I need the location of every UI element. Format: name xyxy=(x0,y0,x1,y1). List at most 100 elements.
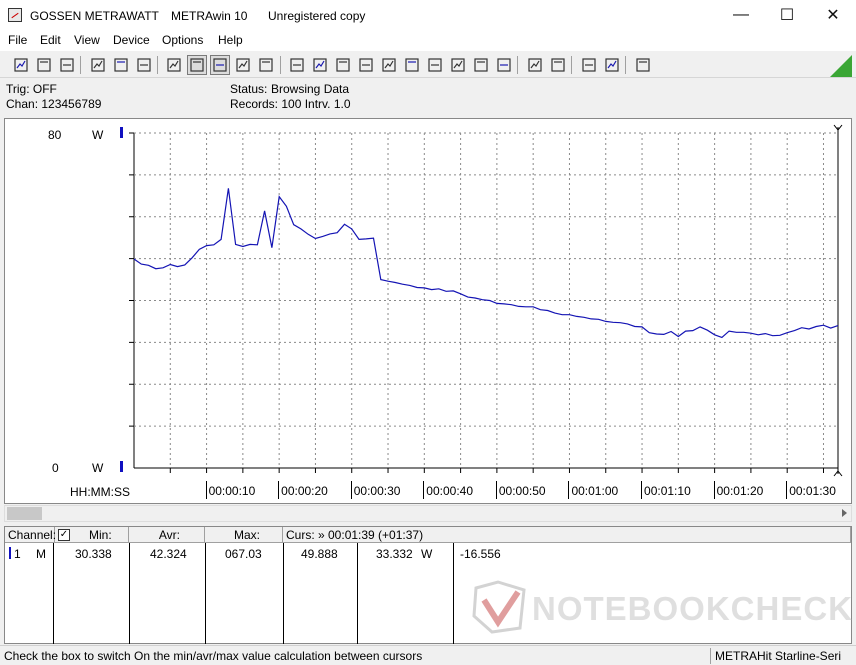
status-indicator-triangle xyxy=(830,55,852,77)
x-axis-label: HH:MM:SS xyxy=(70,485,130,499)
device-button[interactable] xyxy=(356,55,376,75)
minmax-checkbox[interactable]: ✓ xyxy=(58,529,70,541)
row-avr: 42.324 xyxy=(150,547,187,561)
menu-file[interactable]: File xyxy=(8,33,27,47)
save-icon xyxy=(14,58,28,72)
toolbar-separator xyxy=(157,56,158,74)
scope-button[interactable] xyxy=(425,55,445,75)
row-label: M xyxy=(36,547,46,561)
export-icon xyxy=(137,58,151,72)
comment-button[interactable] xyxy=(633,55,653,75)
column-divider xyxy=(283,543,284,644)
toolbar-separator xyxy=(517,56,518,74)
histogram-button[interactable] xyxy=(256,55,276,75)
x-tick-label: 00:01:10 xyxy=(644,484,691,498)
row-delta: -16.556 xyxy=(460,547,501,561)
timer-icon xyxy=(474,58,488,72)
records-info: Records: 100 Intrv. 1.0 xyxy=(230,97,351,111)
scale-button[interactable] xyxy=(402,55,422,75)
cursor-button[interactable] xyxy=(210,55,230,75)
chart-panel xyxy=(4,118,852,504)
row-cursor1: 49.888 xyxy=(301,547,338,561)
device-icon xyxy=(359,58,373,72)
list-button[interactable] xyxy=(333,55,353,75)
status-message: Check the box to switch On the min/avr/m… xyxy=(4,649,423,663)
column-divider xyxy=(453,543,454,644)
waveform-zoom-icon xyxy=(582,58,596,72)
printer-button[interactable] xyxy=(525,55,545,75)
menu-device[interactable]: Device xyxy=(113,33,150,47)
x-tick-label: 00:01:30 xyxy=(789,484,836,498)
menu-edit[interactable]: Edit xyxy=(40,33,61,47)
y-min-label: 0 xyxy=(52,461,59,475)
header-channel: Channel: xyxy=(5,527,56,543)
x-tick-bar xyxy=(278,481,280,499)
fx-button[interactable] xyxy=(379,55,399,75)
close-icon: ✕ xyxy=(826,7,840,24)
copy-button[interactable] xyxy=(111,55,131,75)
column-divider xyxy=(205,543,206,644)
row-unit: W xyxy=(421,547,433,561)
trigger-button[interactable] xyxy=(494,55,514,75)
maximize-button[interactable]: ☐ xyxy=(764,0,810,30)
minimize-icon: — xyxy=(733,6,749,23)
x-tick-bar xyxy=(350,481,352,499)
menu-view[interactable]: View xyxy=(74,33,100,47)
scroll-right-icon[interactable] xyxy=(842,509,847,517)
open-folder-button[interactable] xyxy=(57,55,77,75)
menu-options[interactable]: Options xyxy=(162,33,203,47)
scale-icon xyxy=(405,58,419,72)
scrollbar-thumb[interactable] xyxy=(7,507,42,520)
export-button[interactable] xyxy=(134,55,154,75)
timer-button[interactable] xyxy=(471,55,491,75)
toolbar-separator xyxy=(625,56,626,74)
wave-icon xyxy=(451,58,465,72)
x-tick-bar xyxy=(495,481,497,499)
status-value: Browsing Data xyxy=(271,82,350,96)
save-as-button[interactable] xyxy=(34,55,54,75)
toolbar-separator xyxy=(80,56,81,74)
trend-view-button[interactable] xyxy=(187,55,207,75)
minimize-button[interactable]: — xyxy=(718,0,764,30)
title-bar: GOSSEN METRAWATT METRAwin 10 Unregistere… xyxy=(0,0,856,31)
save-button[interactable] xyxy=(11,55,31,75)
zoom-icon xyxy=(290,58,304,72)
trigger-icon xyxy=(497,58,511,72)
x-tick-bar xyxy=(568,481,570,499)
y-max-label: 80 xyxy=(48,128,62,142)
table-view-button[interactable] xyxy=(164,55,184,75)
waveform-search-button[interactable] xyxy=(602,55,622,75)
header-min: Min: xyxy=(89,528,112,542)
waveform-zoom-button[interactable] xyxy=(579,55,599,75)
x-tick-bar xyxy=(713,481,715,499)
grid-icon xyxy=(236,58,250,72)
histogram-icon xyxy=(259,58,273,72)
grid-button[interactable] xyxy=(233,55,253,75)
x-tick-label: 00:00:30 xyxy=(353,484,401,498)
header-max: Max: xyxy=(205,527,283,543)
row-max: 067.03 xyxy=(225,547,262,561)
channel-icon xyxy=(313,58,327,72)
status-bar: Check the box to switch On the min/avr/m… xyxy=(0,645,856,665)
print-preview-button[interactable] xyxy=(88,55,108,75)
comment-icon xyxy=(636,58,650,72)
close-button[interactable]: ✕ xyxy=(810,0,856,30)
channel-button[interactable] xyxy=(310,55,330,75)
printer-alt-icon xyxy=(551,58,565,72)
x-tick-label: 00:00:20 xyxy=(281,484,328,498)
status-label: Status: xyxy=(230,82,268,96)
channel-status: Chan: 123456789 xyxy=(6,97,102,111)
printer-alt-button[interactable] xyxy=(548,55,568,75)
print-preview-icon xyxy=(91,58,105,72)
x-tick-bar xyxy=(786,481,788,499)
zoom-button[interactable] xyxy=(287,55,307,75)
scope-icon xyxy=(428,58,442,72)
trigger-status: Trig: OFF xyxy=(6,82,57,96)
window-title-license: Unregistered copy xyxy=(268,9,366,23)
wave-button[interactable] xyxy=(448,55,468,75)
y-unit-bottom: W xyxy=(92,461,104,475)
app-icon[interactable] xyxy=(8,8,22,22)
menu-help[interactable]: Help xyxy=(218,33,243,47)
horizontal-scrollbar[interactable] xyxy=(4,505,852,522)
status-divider xyxy=(710,648,711,664)
